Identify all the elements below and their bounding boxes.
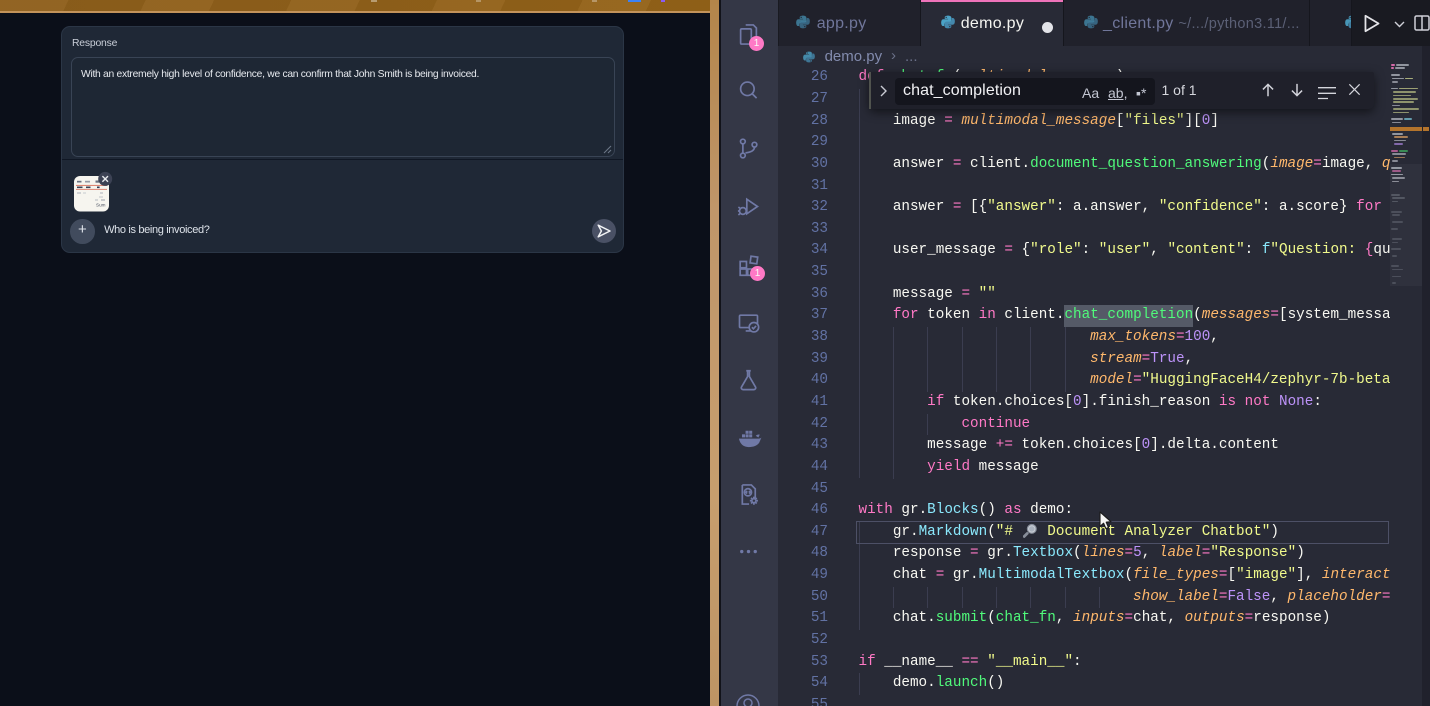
svg-text:Sum: Sum (96, 203, 106, 208)
